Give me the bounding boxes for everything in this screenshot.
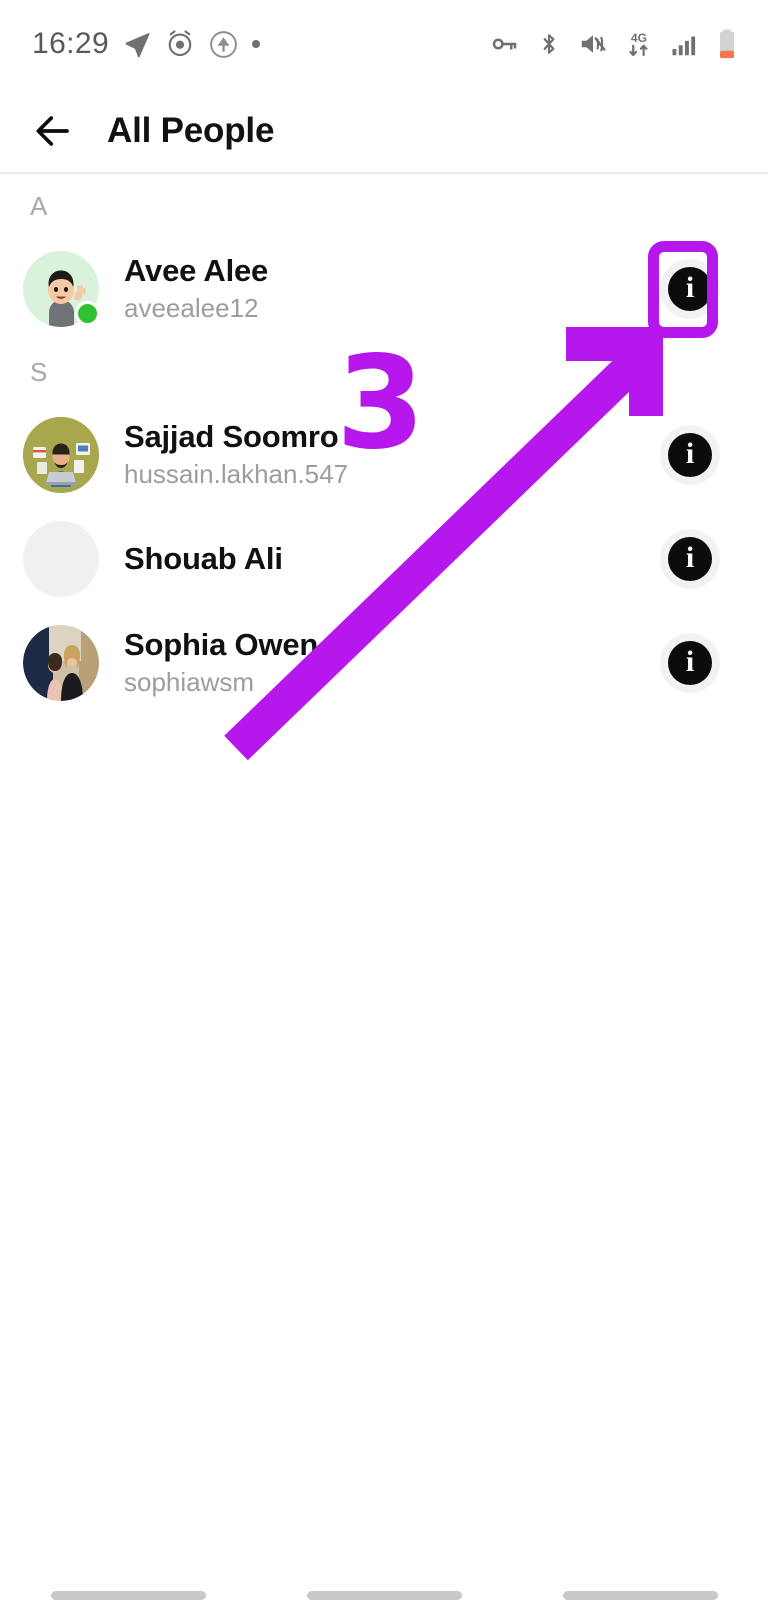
list-item[interactable]: Sajjad Soomro hussain.lakhan.547 i — [0, 403, 768, 507]
section-header-s: S — [30, 356, 48, 387]
telegram-send-icon — [125, 33, 150, 58]
back-arrow-icon — [36, 115, 69, 146]
info-icon: i — [668, 433, 712, 477]
section-header-a: A — [30, 190, 48, 221]
info-icon: i — [668, 267, 712, 311]
alarm-clock-icon — [168, 30, 192, 57]
contact-name: Sajjad Soomro — [124, 419, 339, 455]
vpn-key-icon — [492, 38, 517, 50]
app-bar: All People — [0, 88, 768, 173]
back-button[interactable] — [23, 101, 83, 161]
contact-name: Shouab Ali — [124, 540, 283, 576]
illustration-avatar — [23, 417, 99, 493]
svg-text:4G: 4G — [631, 31, 647, 45]
dot-indicator-icon — [252, 40, 261, 48]
info-button-avee-alee[interactable]: i — [660, 259, 720, 319]
list-item-text: Avee Alee aveealee12 — [124, 253, 268, 325]
info-icon-letter: i — [685, 271, 695, 304]
back-pill-button[interactable] — [562, 1591, 718, 1600]
info-icon-letter: i — [685, 541, 695, 574]
contact-username: sophiawsm — [124, 667, 255, 698]
list-item-text: Shouab Ali — [124, 541, 283, 577]
status-bar-left: 16:29 — [32, 27, 261, 61]
app-badge-icon — [210, 30, 237, 58]
recents-pill-button[interactable] — [50, 1591, 206, 1600]
status-bar: 16:29 4G — [0, 0, 768, 88]
home-pill-button[interactable] — [306, 1591, 462, 1600]
avatar-wrap — [23, 521, 99, 597]
people-list: A Avee Alee aveealee12 i S Sajjad Soomro… — [0, 175, 768, 715]
bluetooth-icon — [543, 34, 555, 54]
avatar-wrap — [23, 417, 99, 493]
contact-username: aveealee12 — [124, 293, 259, 324]
vibrate-mute-icon — [581, 35, 606, 53]
list-item[interactable]: Avee Alee aveealee12 i — [0, 237, 768, 341]
page-title: All People — [107, 110, 275, 150]
list-item-text: Sophia Owen sophiawsm — [124, 627, 318, 699]
mobile-data-4g-icon: 4G — [629, 31, 648, 57]
status-bar-clock: 16:29 — [32, 27, 110, 60]
info-button-sajjad-soomro[interactable]: i — [660, 425, 720, 485]
status-bar-right: 4G — [490, 28, 738, 60]
avatar-wrap — [23, 251, 100, 327]
avatar-wrap — [23, 625, 99, 701]
placeholder-avatar — [23, 521, 99, 597]
system-navigation-bar — [0, 1530, 768, 1622]
contact-name: Avee Alee — [124, 253, 269, 289]
info-button-shouab-ali[interactable]: i — [660, 529, 720, 589]
app-bar-divider — [0, 172, 768, 174]
list-item-text: Sajjad Soomro hussain.lakhan.547 — [124, 419, 348, 491]
list-item[interactable]: Shouab Ali i — [0, 507, 768, 611]
info-icon: i — [668, 537, 712, 581]
photo-avatar — [23, 625, 99, 701]
info-button-sophia-owen[interactable]: i — [660, 633, 720, 693]
info-icon-letter: i — [685, 437, 695, 470]
contact-name: Sophia Owen — [124, 627, 319, 663]
info-icon-letter: i — [685, 645, 695, 678]
contact-username: hussain.lakhan.547 — [124, 459, 349, 490]
list-item[interactable]: Sophia Owen sophiawsm i — [0, 611, 768, 715]
online-status-indicator — [75, 301, 100, 326]
battery-low-icon — [719, 29, 735, 59]
info-icon: i — [668, 641, 712, 685]
signal-bars-icon — [672, 36, 696, 56]
